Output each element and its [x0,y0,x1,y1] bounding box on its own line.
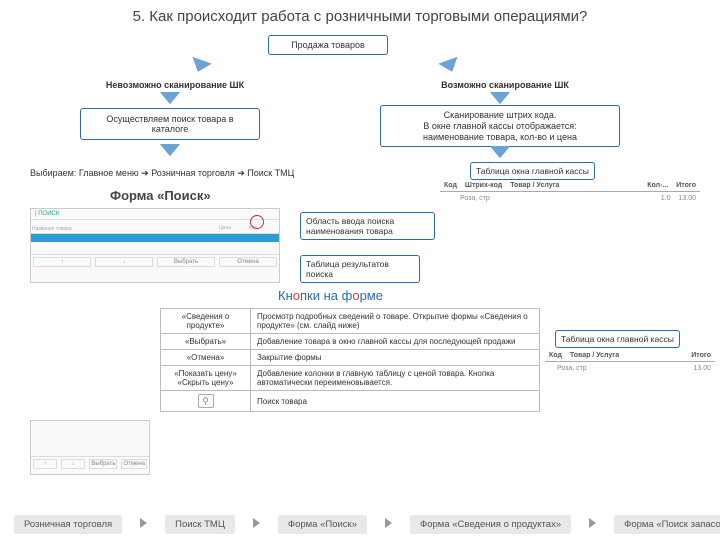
main-cash-table: КодШтрих-кодТовар / УслугаКол-...Итого Р… [440,180,700,205]
btn-product-info[interactable]: «Сведения о продукте» [161,309,251,334]
chevron-right-icon [589,518,596,528]
search-form-mock: | ПОИСК Название товараЦенаКол ↑↓Выбрать… [30,208,280,283]
page-title: 5. Как происходит работа с розничными то… [0,0,720,33]
menu-path: Выбираем: Главное меню ➔ Розничная торго… [30,168,370,179]
chevron-right-icon [140,518,147,528]
arrow-icon [160,92,180,104]
nav-item[interactable]: Поиск ТМЦ [165,515,235,534]
btn-toggle-price[interactable]: «Показать цену» «Скрыть цену» [161,366,251,391]
callout-result-table: Таблица результатов поиска [300,255,420,283]
search-icon[interactable]: ⚲ [198,394,214,408]
caption-main-table: Таблица окна главной кассы [470,162,595,180]
btn-select[interactable]: «Выбрать» [161,334,251,350]
nav-item[interactable]: Розничная торговля [14,515,122,534]
buttons-table: «Сведения о продукте»Просмотр подробных … [160,308,540,412]
nav-item[interactable]: Форма «Поиск запасов» [614,515,720,534]
box-scan-result: Сканирование штрих кода. В окне главной … [380,105,620,147]
label-scan: Возможно сканирование ШК [420,80,590,90]
chevron-right-icon [253,518,260,528]
chevron-right-icon [385,518,392,528]
arrow-icon [189,57,212,75]
heading-form-buttons: Кнопки на форме [278,288,383,303]
nav-item[interactable]: Форма «Сведения о продуктах» [410,515,571,534]
main-cash-table-2: КодТовар / УслугаИтого Роза, стр13.00 [545,350,715,375]
box-sale: Продажа товаров [268,35,388,55]
box-catalog-search: Осуществляем поиск товара в каталоге [80,108,260,140]
arrow-icon [439,57,462,75]
bottom-nav: Розничная торговля Поиск ТМЦ Форма «Поис… [0,515,720,534]
label-no-scan: Невозможно сканирование ШК [90,80,260,90]
callout-search-input: Область ввода поиска наименования товара [300,212,435,240]
heading-search-form: Форма «Поиск» [110,188,211,203]
caption-main-table-2: Таблица окна главной кассы [555,330,680,348]
arrow-icon [490,92,510,104]
circle-marker-icon [250,215,264,229]
form-mock-bottom: ↑↓ВыбратьОтмена [30,420,150,475]
nav-item[interactable]: Форма «Поиск» [278,515,367,534]
arrow-icon [160,144,180,156]
btn-cancel[interactable]: «Отмена» [161,350,251,366]
arrow-icon [490,146,510,158]
